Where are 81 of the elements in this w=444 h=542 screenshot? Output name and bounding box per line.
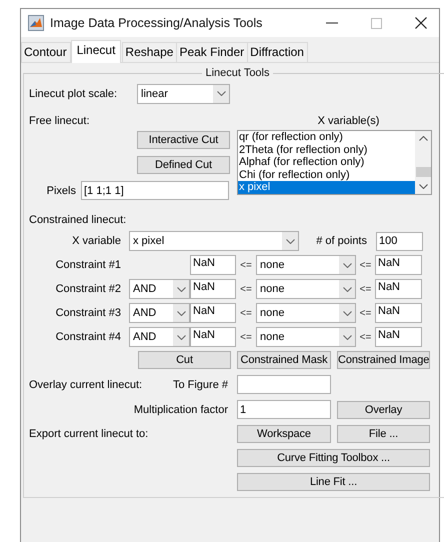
upper-bound-field[interactable]: NaN (375, 303, 422, 323)
variable-dropdown[interactable]: none (256, 303, 356, 323)
operator-dropdown[interactable]: AND (129, 327, 190, 347)
operator-dropdown[interactable]: AND (129, 303, 190, 323)
chevron-down-icon (342, 286, 352, 292)
upper-bound-field[interactable]: NaN (375, 255, 422, 275)
multiplication-factor-field[interactable]: 1 (237, 400, 331, 419)
close-icon[interactable] (415, 17, 427, 29)
figure-field[interactable] (237, 375, 331, 394)
upper-bound-field[interactable]: NaN (375, 327, 422, 347)
operator-label: <= (358, 308, 372, 318)
window-title: Image Data Processing/Analysis Tools (50, 16, 262, 30)
line-fit-button[interactable]: Line Fit ... (237, 473, 430, 491)
variable-dropdown[interactable]: none (256, 255, 356, 275)
chevron-down-icon (216, 91, 226, 96)
lower-bound-field[interactable]: NaN (190, 327, 236, 347)
operator-label: <= (358, 260, 372, 270)
constrained-mask-button[interactable]: Constrained Mask (237, 351, 331, 369)
constrained-image-button[interactable]: Constrained Image (337, 351, 430, 369)
chevron-down-icon (176, 310, 186, 316)
file-button[interactable]: File ... (337, 425, 430, 443)
x-variable-label: X variable (71, 235, 122, 247)
lower-bound-field[interactable]: NaN (190, 279, 236, 299)
upper-bound-field[interactable]: NaN (375, 279, 422, 299)
tab[interactable]: Diffraction (247, 42, 308, 62)
scrollbar-thumb[interactable] (416, 166, 430, 176)
list-item[interactable]: x pixel (238, 181, 415, 194)
tab[interactable]: Contour (21, 42, 71, 62)
panel-title: Linecut Tools (204, 67, 270, 79)
list-item[interactable]: 2Theta (for reflection only) (238, 144, 415, 156)
workspace-button[interactable]: Workspace (237, 425, 331, 443)
export-label: Export current linecut to: (29, 428, 148, 440)
points-label: # of points (315, 235, 368, 247)
chevron-down-icon (342, 310, 352, 316)
constraint-label: Constraint #1 (54, 259, 122, 271)
list-item[interactable]: Chi (for reflection only) (238, 168, 415, 182)
plot-scale-label: Linecut plot scale: (29, 88, 118, 100)
cut-button[interactable]: Interactive Cut (137, 131, 230, 149)
constraint-label: Constraint #2 (54, 283, 122, 295)
x-variable-list[interactable]: qr (for reflection only) 2Theta (for reflection only) Alphaf (for reflection only) Chi (for reflection only) x pixel (237, 130, 432, 195)
variable-dropdown[interactable]: none (256, 279, 356, 299)
lower-bound-field[interactable]: NaN (190, 303, 236, 323)
constraint-label: Constraint #4 (54, 331, 122, 343)
x-variable-dropdown[interactable]: x pixel (129, 231, 299, 251)
variable-dropdown[interactable]: none (256, 327, 356, 347)
operator-dropdown[interactable]: AND (129, 279, 190, 299)
curve-fitting-button[interactable]: Curve Fitting Toolbox ... (237, 449, 430, 467)
chevron-down-icon[interactable] (418, 184, 428, 189)
multiplication-factor-label: Multiplication factor (134, 404, 229, 416)
overlay-label: Overlay current linecut: (29, 378, 142, 390)
minimize-icon[interactable] (326, 22, 338, 24)
chevron-down-icon (286, 238, 294, 244)
list-item[interactable]: qr (for reflection only) (238, 131, 415, 144)
constrained-linecut-label: Constrained linecut: (29, 214, 126, 226)
points-field[interactable]: 100 (376, 232, 423, 250)
plot-scale-dropdown[interactable]: linear (137, 84, 230, 104)
list-item[interactable]: Alphaf (for reflection only) (238, 156, 415, 169)
tab[interactable]: Reshape (122, 42, 178, 62)
chevron-down-icon (342, 262, 352, 268)
operator-label: <= (239, 284, 253, 294)
pixels-field[interactable]: [1 1;1 1] (81, 181, 229, 200)
operator-label: <= (358, 284, 372, 294)
operator-label: <= (239, 308, 253, 318)
cut-button[interactable]: Cut (138, 351, 231, 369)
cut-button[interactable]: Defined Cut (137, 156, 230, 174)
chevron-down-icon (176, 334, 186, 340)
chevron-up-icon[interactable] (418, 136, 428, 141)
app-icon (28, 15, 44, 31)
figure-label: To Figure # (172, 378, 228, 390)
free-linecut-label: Free linecut: (29, 115, 91, 127)
tab[interactable]: Linecut (70, 40, 122, 63)
overlay-button[interactable]: Overlay (337, 400, 430, 418)
lower-bound-field[interactable]: NaN (190, 255, 236, 275)
operator-label: <= (358, 332, 372, 342)
pixels-label: Pixels (46, 184, 77, 196)
x-variables-label: X variable(s) (316, 115, 380, 127)
operator-label: <= (239, 260, 253, 270)
constraint-label: Constraint #3 (54, 307, 122, 319)
chevron-down-icon (176, 286, 186, 292)
operator-label: <= (239, 332, 253, 342)
chevron-down-icon (342, 334, 352, 340)
